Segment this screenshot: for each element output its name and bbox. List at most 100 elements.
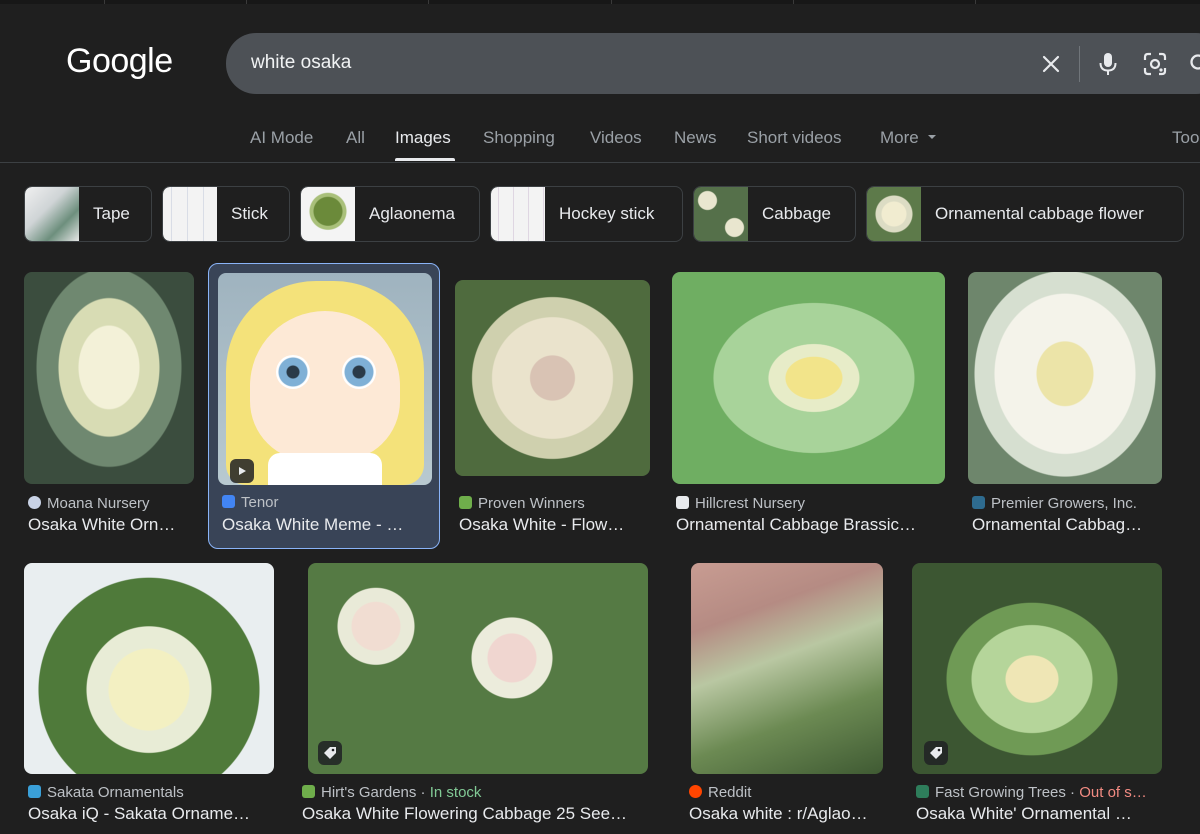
result-source[interactable]: Moana Nursery bbox=[28, 495, 194, 512]
result-title[interactable]: Osaka white : r/Aglao… bbox=[689, 804, 890, 824]
stock-status: Out of s… bbox=[1079, 784, 1147, 801]
chip-label: Cabbage bbox=[762, 204, 832, 223]
anime-eye-left bbox=[276, 355, 310, 389]
tab-shopping[interactable]: Shopping bbox=[483, 128, 555, 148]
result-source[interactable]: Sakata Ornamentals bbox=[28, 784, 274, 801]
anime-eye-right bbox=[342, 355, 376, 389]
tag-icon bbox=[924, 741, 948, 765]
search-tabs: AI Mode All Images Shopping Videos News … bbox=[0, 118, 1200, 163]
tab-news[interactable]: News bbox=[674, 128, 717, 148]
tab-tools[interactable]: Too bbox=[1172, 128, 1199, 148]
caret-down-icon bbox=[928, 135, 937, 139]
result-title[interactable]: Osaka White Flowering Cabbage 25 See… bbox=[302, 804, 658, 824]
source-name: Premier Growers, Inc. bbox=[991, 495, 1137, 512]
tag-icon bbox=[318, 741, 342, 765]
source-separator: · bbox=[1065, 784, 1080, 801]
result-card[interactable]: Premier Growers, Inc. Ornamental Cabbag… bbox=[968, 272, 1162, 542]
chip-hockey-stick[interactable]: Hockey stick bbox=[490, 186, 683, 242]
anime-collar bbox=[268, 453, 382, 485]
result-image[interactable] bbox=[968, 272, 1162, 484]
source-name: Moana Nursery bbox=[47, 495, 150, 512]
result-image[interactable] bbox=[24, 563, 274, 774]
chip-stick[interactable]: Stick bbox=[162, 186, 290, 242]
search-box[interactable]: white osaka bbox=[226, 33, 1200, 94]
chip-thumbnail bbox=[867, 187, 921, 241]
result-source[interactable]: Hillcrest Nursery bbox=[676, 495, 945, 512]
chip-label: Stick bbox=[231, 204, 268, 223]
result-title[interactable]: Ornamental Cabbag… bbox=[972, 515, 1162, 535]
result-source[interactable]: Hirt's Gardens · In stock bbox=[302, 784, 658, 801]
result-card[interactable]: Hillcrest Nursery Ornamental Cabbage Bra… bbox=[672, 272, 945, 542]
tab-videos[interactable]: Videos bbox=[590, 128, 642, 148]
microphone-icon[interactable] bbox=[1092, 48, 1124, 80]
result-image[interactable] bbox=[691, 563, 883, 774]
google-logo[interactable]: Google bbox=[66, 42, 173, 81]
result-title[interactable]: Osaka iQ - Sakata Orname… bbox=[28, 804, 274, 824]
anime-face-skin bbox=[250, 311, 400, 461]
search-divider bbox=[1079, 46, 1080, 82]
result-title[interactable]: Osaka White Orn… bbox=[28, 515, 194, 535]
source-name: Tenor bbox=[241, 494, 279, 511]
globe-icon bbox=[28, 496, 41, 509]
fast-growing-trees-icon bbox=[916, 785, 929, 798]
reddit-icon bbox=[689, 785, 702, 798]
chip-thumbnail bbox=[163, 187, 217, 241]
browser-top-strip bbox=[0, 0, 1200, 4]
result-source[interactable]: Tenor bbox=[222, 494, 432, 511]
result-source[interactable]: Reddit bbox=[689, 784, 890, 801]
chip-label: Hockey stick bbox=[559, 204, 655, 223]
premier-growers-icon bbox=[972, 496, 985, 509]
result-image[interactable] bbox=[455, 280, 650, 476]
tab-more[interactable]: More bbox=[880, 128, 937, 148]
chip-label: Aglaonema bbox=[369, 204, 456, 223]
result-source[interactable]: Proven Winners bbox=[459, 495, 650, 512]
result-card-selected[interactable]: Tenor Osaka White Meme - … bbox=[208, 263, 440, 549]
source-name: Hirt's Gardens bbox=[321, 784, 417, 801]
leaf-icon bbox=[459, 496, 472, 509]
result-card[interactable]: Moana Nursery Osaka White Orn… bbox=[24, 272, 194, 542]
tab-more-label: More bbox=[880, 128, 919, 147]
result-card[interactable]: Proven Winners Osaka White - Flow… bbox=[455, 272, 650, 542]
result-card[interactable]: Reddit Osaka white : r/Aglao… bbox=[685, 563, 890, 834]
source-name: Sakata Ornamentals bbox=[47, 784, 184, 801]
play-icon bbox=[230, 459, 254, 483]
stock-status: In stock bbox=[429, 784, 482, 801]
source-name: Fast Growing Trees bbox=[935, 784, 1066, 801]
result-source[interactable]: Fast Growing Trees · Out of s… bbox=[916, 784, 1162, 801]
lens-icon[interactable] bbox=[1139, 48, 1171, 80]
source-name: Hillcrest Nursery bbox=[695, 495, 806, 512]
chip-label: Tape bbox=[93, 204, 130, 223]
result-card[interactable]: Fast Growing Trees · Out of s… Osaka Whi… bbox=[912, 563, 1162, 834]
clear-icon[interactable] bbox=[1035, 48, 1067, 80]
hillcrest-logo-icon bbox=[676, 496, 689, 509]
chip-ornamental-cabbage-flower[interactable]: Ornamental cabbage flower bbox=[866, 186, 1184, 242]
result-image[interactable] bbox=[308, 563, 648, 774]
result-title[interactable]: Ornamental Cabbage Brassic… bbox=[676, 515, 945, 535]
chip-label: Ornamental cabbage flower bbox=[935, 204, 1144, 223]
sakata-icon bbox=[28, 785, 41, 798]
result-image[interactable] bbox=[218, 273, 432, 485]
gif-icon bbox=[222, 495, 235, 508]
result-card[interactable]: Sakata Ornamentals Osaka iQ - Sakata Orn… bbox=[24, 563, 274, 834]
chip-cabbage[interactable]: Cabbage bbox=[693, 186, 856, 242]
result-title[interactable]: Osaka White Meme - … bbox=[222, 515, 432, 535]
result-title[interactable]: Osaka White' Ornamental … bbox=[916, 804, 1162, 824]
active-tab-indicator bbox=[395, 158, 455, 161]
result-image[interactable] bbox=[672, 272, 945, 484]
chip-aglaonema[interactable]: Aglaonema bbox=[300, 186, 480, 242]
chip-thumbnail bbox=[25, 187, 79, 241]
result-card[interactable]: Hirt's Gardens · In stock Osaka White Fl… bbox=[298, 563, 660, 834]
search-input[interactable]: white osaka bbox=[251, 52, 351, 74]
result-title[interactable]: Osaka White - Flow… bbox=[459, 515, 650, 535]
result-image[interactable] bbox=[24, 272, 194, 484]
chip-thumbnail bbox=[301, 187, 355, 241]
tab-images[interactable]: Images bbox=[395, 128, 451, 148]
chip-tape[interactable]: Tape bbox=[24, 186, 152, 242]
search-icon[interactable] bbox=[1184, 48, 1200, 80]
result-image[interactable] bbox=[912, 563, 1162, 774]
tab-short-videos[interactable]: Short videos bbox=[747, 128, 842, 148]
source-name: Proven Winners bbox=[478, 495, 585, 512]
tab-ai-mode[interactable]: AI Mode bbox=[250, 128, 313, 148]
result-source[interactable]: Premier Growers, Inc. bbox=[972, 495, 1162, 512]
tab-all[interactable]: All bbox=[346, 128, 365, 148]
